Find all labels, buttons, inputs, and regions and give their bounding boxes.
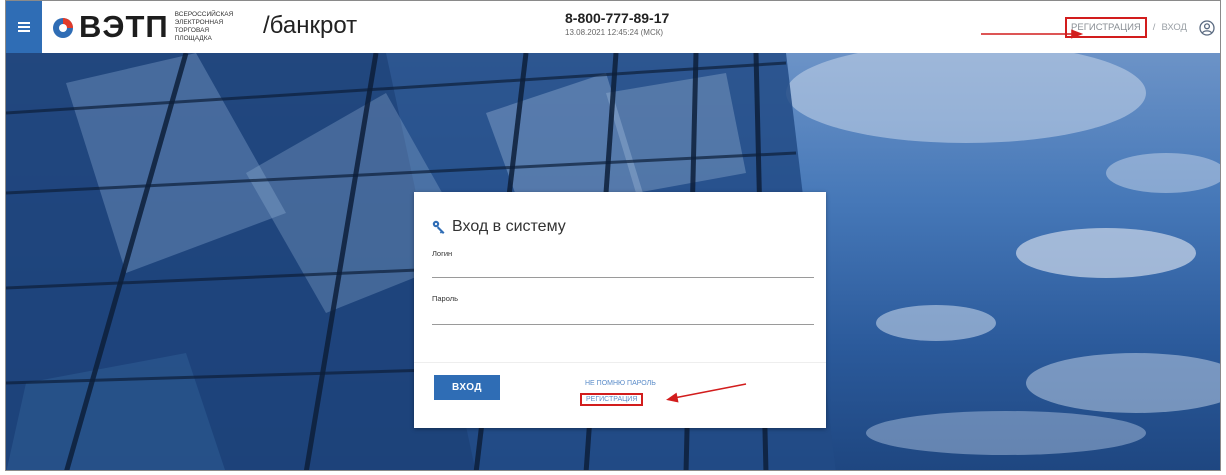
login-field-underline xyxy=(432,277,814,278)
key-icon xyxy=(432,220,445,234)
password-field-underline xyxy=(432,324,814,325)
page-frame: ВЭТП ВСЕРОССИЙСКАЯ ЭЛЕКТРОННАЯ ТОРГОВАЯ … xyxy=(5,0,1221,471)
login-title-text: Вход в систему xyxy=(452,218,566,235)
top-header: ВЭТП ВСЕРОССИЙСКАЯ ЭЛЕКТРОННАЯ ТОРГОВАЯ … xyxy=(6,1,1220,54)
product-name: /банкрот xyxy=(263,12,358,39)
logo-text: ВЭТП xyxy=(79,9,169,44)
forgot-password-link[interactable]: НЕ ПОМНЮ ПАРОЛЬ xyxy=(585,380,656,387)
user-circle-icon[interactable] xyxy=(1199,19,1215,36)
logo[interactable]: ВЭТП ВСЕРОССИЙСКАЯ ЭЛЕКТРОННАЯ ТОРГОВАЯ … xyxy=(51,11,237,43)
logo-subtitle-line: ТОРГОВАЯ ПЛОЩАДКА xyxy=(174,27,212,42)
logo-mark-icon xyxy=(53,18,73,38)
contact-block: 8-800-777-89-17 13.08.2021 12:45:24 (МСК… xyxy=(565,10,669,37)
server-datetime: 13.08.2021 12:45:24 (МСК) xyxy=(565,28,664,37)
header-register-link[interactable]: РЕГИСТРАЦИЯ xyxy=(1065,17,1147,38)
phone-number[interactable]: 8-800-777-89-17 xyxy=(565,10,669,26)
password-field[interactable] xyxy=(432,309,818,325)
auth-links: РЕГИСТРАЦИЯ / ВХОД xyxy=(1065,17,1215,38)
login-card: Вход в систему Логин Пароль ВХОД НЕ ПОМН… xyxy=(414,192,826,428)
card-divider xyxy=(414,362,826,363)
logo-subtitle-line: ВСЕРОССИЙСКАЯ xyxy=(174,11,234,18)
login-field-label: Логин xyxy=(432,249,453,258)
header-login-link[interactable]: ВХОД xyxy=(1161,22,1187,33)
card-register-link[interactable]: РЕГИСТРАЦИЯ xyxy=(580,393,644,406)
login-title: Вход в систему xyxy=(432,218,566,236)
login-submit-button[interactable]: ВХОД xyxy=(434,375,500,400)
login-field[interactable] xyxy=(432,262,818,278)
logo-subtitle-line: ЭЛЕКТРОННАЯ xyxy=(174,19,224,26)
hamburger-icon xyxy=(18,26,30,28)
separator: / xyxy=(1152,22,1156,33)
hamburger-menu-button[interactable] xyxy=(6,1,42,53)
logo-subtitle: ВСЕРОССИЙСКАЯ ЭЛЕКТРОННАЯ ТОРГОВАЯ ПЛОЩА… xyxy=(175,11,237,43)
password-field-label: Пароль xyxy=(432,294,459,303)
